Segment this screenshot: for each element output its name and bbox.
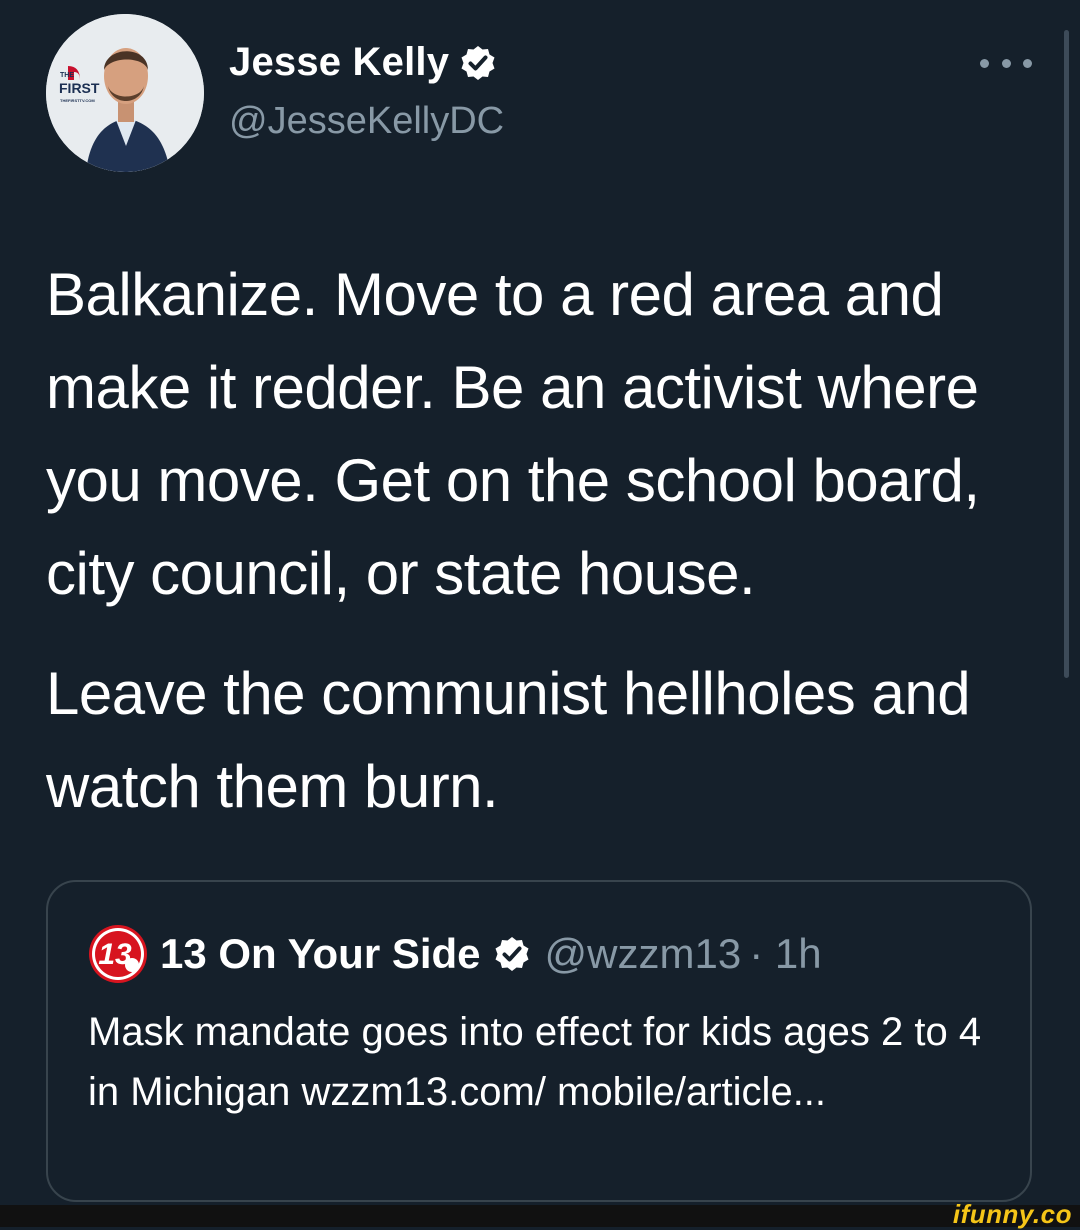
tweet-paragraph: Leave the communist hellholes and watch … — [46, 660, 971, 820]
ifunny-watermark: ifunny.co — [952, 1199, 1072, 1229]
author-name-text: Jesse Kelly — [229, 40, 450, 84]
watermark-bar — [0, 1205, 1080, 1227]
verified-badge-icon — [461, 45, 495, 80]
avatar-badge-main: FIRST — [59, 80, 100, 96]
tweet-paragraph: Balkanize. Move to a red area and make i… — [46, 261, 980, 607]
more-dot — [1001, 58, 1011, 68]
quoted-tweet-text: Mask mandate goes into effect for kids a… — [88, 1010, 982, 1114]
more-dot — [980, 58, 989, 68]
wzzm13-logo-icon: 13 — [88, 924, 148, 984]
quoted-time: · 1h — [749, 930, 822, 977]
more-dot — [1023, 58, 1032, 68]
author-display-name[interactable]: Jesse Kelly — [229, 40, 497, 85]
avatar-badge-sub: THEFIRSTTV.COM — [60, 98, 95, 103]
avatar-badge-top: THE — [60, 72, 74, 79]
quoted-display-name[interactable]: 13 On Your Side — [160, 930, 481, 978]
verified-badge-icon — [495, 937, 529, 971]
quoted-tweet-header: 13 13 On Your Side @wzzm13 · 1h — [88, 924, 822, 984]
quoted-handle[interactable]: @wzzm13 — [545, 930, 742, 978]
author-avatar[interactable]: THE FIRST THEFIRSTTV.COM — [46, 14, 204, 172]
quoted-tweet-card[interactable]: 13 13 On Your Side @wzzm13 · 1h Mask man… — [46, 880, 1032, 1202]
author-handle[interactable]: @JesseKellyDC — [229, 100, 504, 143]
scrollbar[interactable] — [1064, 30, 1069, 678]
tweet-text: Balkanize. Move to a red area and make i… — [46, 248, 1056, 833]
more-dots-icon[interactable] — [980, 50, 1032, 76]
